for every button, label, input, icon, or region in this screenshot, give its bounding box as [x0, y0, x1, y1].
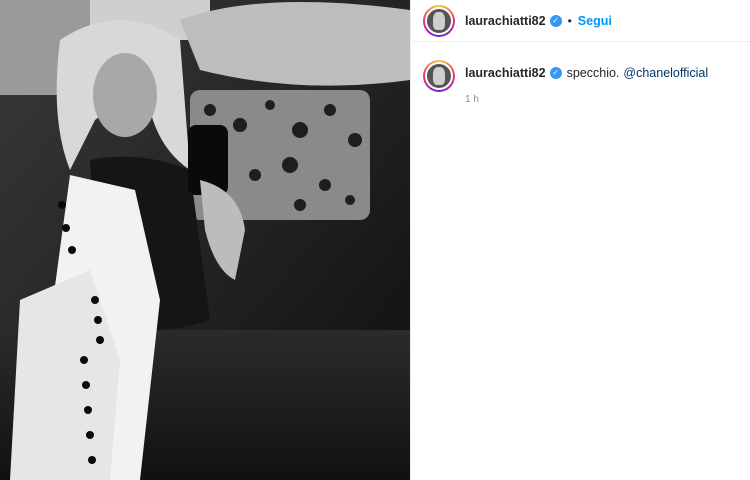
author-avatar[interactable] [423, 4, 455, 37]
avatar-image [425, 62, 453, 90]
caption-mention-link[interactable]: @chanelofficial [623, 66, 708, 80]
verified-badge-icon: ✓ [549, 14, 562, 27]
caption-row: laurachiatti82 ✓ specchio. @chaneloffici… [411, 42, 750, 105]
avatar-image [425, 6, 453, 35]
caption-line: laurachiatti82 ✓ specchio. @chaneloffici… [465, 66, 708, 80]
author-username[interactable]: laurachiatti82 [465, 14, 546, 28]
verified-badge-icon: ✓ [549, 67, 562, 79]
caption-username[interactable]: laurachiatti82 [465, 66, 546, 80]
post-timestamp[interactable]: 1 h [465, 94, 708, 105]
post-photo[interactable] [0, 0, 410, 480]
caption-body: laurachiatti82 ✓ specchio. @chaneloffici… [465, 60, 708, 105]
follow-button[interactable]: Segui [578, 14, 612, 28]
post-photo-image [0, 0, 410, 480]
post-side-panel: laurachiatti82 ✓ • Segui laurachiatti82 … [410, 0, 750, 480]
caption-text: specchio. [566, 66, 620, 80]
post-header: laurachiatti82 ✓ • Segui [411, 0, 750, 42]
caption-avatar[interactable] [423, 60, 455, 92]
separator-dot: • [567, 13, 572, 28]
